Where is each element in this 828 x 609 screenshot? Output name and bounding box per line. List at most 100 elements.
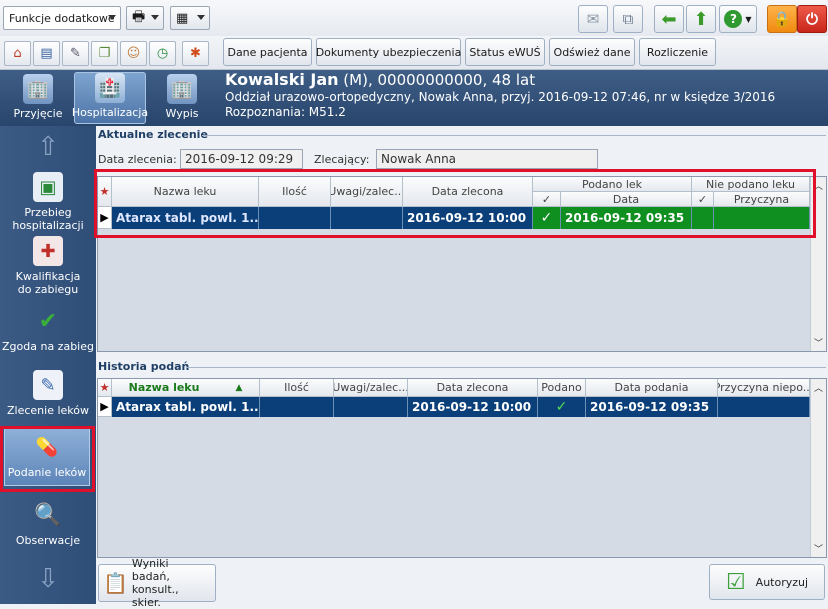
table-row[interactable]: ▶ Atarax tabl. powl. 1... 2016-09-12 10:…: [98, 397, 810, 417]
sort-ascending-icon: ▲: [235, 382, 243, 393]
ewus-status-button[interactable]: Status eWUŚ: [465, 38, 545, 66]
nav-drug-order[interactable]: ✎ Zlecenie leków: [0, 370, 96, 417]
back-button[interactable]: ⬅: [654, 5, 684, 33]
house-icon: ⌂: [13, 46, 22, 61]
col-drug-name[interactable]: Nazwa leku ▲: [112, 379, 260, 397]
col-order-date[interactable]: Data zlecona: [408, 379, 538, 397]
magnifier-icon: 🔍: [34, 502, 62, 528]
chevron-down-icon[interactable]: ﹀: [814, 336, 823, 349]
network-button[interactable]: ⧉: [613, 5, 643, 33]
patient-header: 🏢 Przyjęcie 🏥 Hospitalizacja 🏢 Wypis Kow…: [0, 70, 828, 126]
authorize-button[interactable]: ☑ Autoryzuj: [709, 564, 825, 600]
home-up-button[interactable]: ⬆: [686, 5, 716, 33]
mail-icon: ✉: [586, 10, 600, 28]
documents-stamp-icon: 📋: [103, 571, 128, 595]
print-dropdown[interactable]: 🖶: [126, 6, 164, 30]
nav-surgery-qualification[interactable]: ✚ Kwalifikacja do zabiegu: [0, 236, 96, 296]
building-icon: 🏢: [23, 74, 53, 104]
history-grid: ★ Nazwa leku ▲ Ilość Uwagi/zalec... Data…: [97, 378, 827, 558]
patient-diagnosis-line: Rozpoznania: M51.2: [225, 105, 346, 119]
grid-highlight-frame: [94, 169, 816, 238]
refresh-data-button[interactable]: Odśwież dane: [549, 38, 635, 66]
col-reason-not-given[interactable]: Przyczyna niepo...: [718, 379, 810, 397]
cell-order-date[interactable]: 2016-09-12 10:00: [408, 397, 538, 417]
chevron-down-icon[interactable]: ﹀: [814, 542, 823, 555]
mail-button[interactable]: ✉: [578, 5, 608, 33]
history-grid-scrollbar[interactable]: ︿ ﹀: [810, 379, 826, 557]
new-row-marker-icon: ★: [98, 379, 112, 397]
calendar-icon: ▤: [40, 46, 53, 61]
top-toolbar: Funkcje dodatkowe 🖶 ▦ ✉ ⧉ ⬅ ⬆ ? ▼ 🔒 ⏻: [0, 0, 828, 36]
section-divider: [202, 135, 826, 136]
patient-details: (M), 00000000000, 48 lat: [338, 71, 536, 89]
signature-check-icon: ✔: [38, 308, 58, 334]
gear-icon: ✱: [190, 46, 201, 61]
arrow-up-icon: ⬆: [693, 8, 709, 30]
cell-quantity[interactable]: [260, 397, 334, 417]
power-button[interactable]: ⏻: [797, 5, 827, 33]
clipboard-icon: ✚: [33, 236, 63, 266]
patient-name: Kowalski Jan: [225, 70, 339, 89]
help-button[interactable]: ? ▼: [719, 5, 757, 33]
functions-dropdown[interactable]: Funkcje dodatkowe: [3, 6, 121, 30]
tools-button[interactable]: ✱: [182, 41, 209, 66]
cell-given-check[interactable]: ✓: [538, 397, 586, 417]
left-navigation: ⇧ ▣ Przebieg hospitalizacji ✚ Kwalifikac…: [0, 126, 96, 604]
lock-button[interactable]: 🔒: [767, 5, 797, 33]
approve-check-icon: ☑: [725, 569, 746, 595]
patient-ward-line: Oddział urazowo-ortopedyczny, Nowak Anna…: [225, 90, 776, 104]
results-button[interactable]: 📋 Wyniki badań, konsult., skier.: [98, 557, 216, 609]
scroll-down-icon[interactable]: ⇩: [33, 564, 63, 594]
patients-button[interactable]: ☺: [120, 41, 147, 66]
col-given[interactable]: Podano: [538, 379, 586, 397]
nav-observations[interactable]: 🔍 Obserwacje: [0, 500, 96, 547]
chevron-down-icon: [197, 15, 205, 20]
notepad-icon: ✎: [70, 46, 81, 61]
section-divider: [186, 367, 826, 368]
documents-icon: ❐: [98, 46, 111, 61]
clock-icon: ◷: [156, 46, 169, 61]
network-icon: ⧉: [622, 10, 634, 28]
scroll-up-icon[interactable]: ⇧: [33, 132, 63, 162]
cell-drug-name[interactable]: Atarax tabl. powl. 1...: [112, 397, 260, 417]
col-given-date[interactable]: Data podania: [586, 379, 718, 397]
nav-hospitalization-course[interactable]: ▣ Przebieg hospitalizacji: [0, 172, 96, 232]
chart-screen-icon: ▣: [33, 172, 63, 202]
calendar-button[interactable]: ▤: [33, 41, 60, 66]
orderer-label: Zlecający:: [314, 153, 370, 166]
schedule-button[interactable]: ◷: [149, 41, 176, 66]
hospital-icon: 🏥: [95, 73, 125, 103]
chevron-down-icon: ▼: [745, 14, 752, 24]
power-icon: ⏻: [806, 10, 818, 28]
users-icon: ☺: [126, 46, 141, 61]
insurance-documents-button[interactable]: Dokumenty ubezpieczenia: [316, 38, 461, 66]
order-date-label: Data zlecenia:: [98, 153, 177, 166]
order-date-field[interactable]: 2016-09-12 09:29: [180, 149, 303, 169]
cell-notes[interactable]: [334, 397, 408, 417]
orderer-field[interactable]: Nowak Anna: [376, 149, 598, 169]
mode-hospitalization[interactable]: 🏥 Hospitalizacja: [72, 72, 148, 124]
arrow-left-icon: ⬅: [661, 8, 677, 30]
cell-reason[interactable]: [718, 397, 810, 417]
history-title: Historia podań: [98, 360, 190, 373]
row-pointer-icon: ▶: [98, 397, 112, 417]
notes-button[interactable]: ✎: [62, 41, 89, 66]
col-quantity[interactable]: Ilość: [260, 379, 334, 397]
building-exit-icon: 🏢: [167, 74, 197, 104]
settlement-button[interactable]: Rozliczenie: [639, 38, 716, 66]
bottom-bar: 📋 Wyniki badań, konsult., skier. ☑ Autor…: [96, 557, 828, 609]
layout-dropdown[interactable]: ▦: [170, 6, 210, 30]
chevron-up-icon[interactable]: ︿: [814, 381, 823, 394]
nav-surgery-consent[interactable]: ✔ Zgoda na zabieg: [0, 306, 96, 353]
mode-discharge[interactable]: 🏢 Wypis: [146, 72, 218, 124]
cell-given-date[interactable]: 2016-09-12 09:35: [586, 397, 718, 417]
patient-data-button[interactable]: Dane pacjenta: [223, 38, 312, 66]
col-notes[interactable]: Uwagi/zalec...: [334, 379, 408, 397]
home-button[interactable]: ⌂: [4, 41, 31, 66]
printer-icon: 🖶: [132, 9, 146, 25]
documents-button[interactable]: ❐: [91, 41, 118, 66]
patient-info: Kowalski Jan (M), 00000000000, 48 lat Od…: [225, 70, 775, 119]
nav-highlight-frame: [0, 426, 95, 492]
chevron-down-icon: [151, 15, 159, 20]
mode-admission[interactable]: 🏢 Przyjęcie: [2, 72, 74, 124]
